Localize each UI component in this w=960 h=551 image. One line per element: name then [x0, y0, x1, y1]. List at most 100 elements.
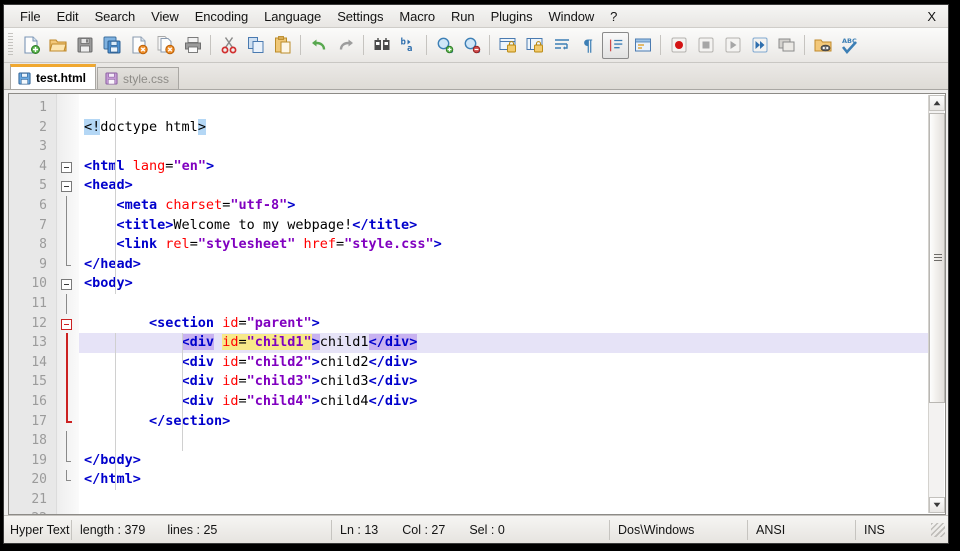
status-bar: Hyper Text M length : 379 lines : 25 Ln … — [4, 515, 948, 543]
run-icon[interactable] — [809, 32, 836, 59]
save-macro-icon[interactable] — [773, 32, 800, 59]
menu-item-file[interactable]: File — [12, 7, 49, 26]
svg-text:¶: ¶ — [583, 36, 593, 55]
status-col: Col : 27 — [402, 522, 446, 537]
code-line-6: <meta charset="utf-8"> — [116, 196, 296, 213]
stop-recording-icon[interactable] — [692, 32, 719, 59]
document-tab-bar: test.html style.css — [4, 63, 948, 90]
menu-item-window[interactable]: Window — [541, 7, 603, 26]
fold-row — [57, 176, 79, 196]
close-file-icon[interactable] — [125, 32, 152, 59]
menu-item-language[interactable]: Language — [256, 7, 329, 26]
sync-vertical-scroll-icon[interactable] — [494, 32, 521, 59]
menu-item-run[interactable]: Run — [443, 7, 483, 26]
status-eol-format: Dos\Windows — [610, 519, 748, 540]
toolbar-separator — [489, 35, 490, 55]
fold-row — [57, 293, 79, 314]
spellcheck-icon[interactable]: ABC — [836, 32, 863, 59]
tab-label: style.css — [123, 71, 170, 86]
line-number: 19 — [31, 452, 47, 468]
fold-line — [66, 195, 67, 216]
window-resize-grip[interactable] — [931, 522, 945, 537]
status-caret-position: Ln : 13 Col : 27 Sel : 0 — [332, 519, 610, 540]
line-number: 18 — [31, 433, 47, 449]
code-line-7: <title>Welcome to my webpage!</title> — [116, 216, 418, 233]
fold-toggle-body[interactable] — [61, 279, 72, 291]
code-editor[interactable]: 1 2 3 4 5 6 7 8 9 10 11 12 13 14 15 16 1… — [8, 93, 946, 515]
fold-line-active — [66, 333, 68, 353]
copy-icon[interactable] — [242, 32, 269, 59]
line-number: 12 — [31, 315, 47, 331]
status-language: Hyper Text M — [4, 519, 72, 540]
word-wrap-icon[interactable] — [548, 32, 575, 59]
print-icon[interactable] — [179, 32, 206, 59]
fold-margin[interactable] — [57, 94, 79, 514]
fold-line — [66, 431, 67, 451]
line-number: 14 — [31, 354, 47, 370]
fold-toggle-section[interactable] — [61, 318, 72, 330]
close-all-files-icon[interactable] — [152, 32, 179, 59]
status-encoding: ANSI — [748, 519, 856, 540]
sync-horizontal-scroll-icon[interactable] — [521, 32, 548, 59]
tab-test-html[interactable]: test.html — [10, 64, 97, 89]
menu-item-settings[interactable]: Settings — [329, 7, 391, 26]
open-file-icon[interactable] — [44, 32, 71, 59]
code-text-area[interactable]: <!doctype html> <html lang="en"> <head> … — [79, 94, 945, 514]
status-ln: Ln : 13 — [340, 522, 379, 537]
replace-icon[interactable]: b a — [395, 32, 422, 59]
code-line-10: <body> — [84, 275, 133, 292]
run-macro-multiple-icon[interactable] — [746, 32, 773, 59]
menu-item-plugins[interactable]: Plugins — [483, 7, 541, 26]
paste-icon[interactable] — [269, 32, 296, 59]
line-number: 8 — [39, 237, 47, 253]
line-number: 10 — [31, 276, 47, 292]
zoom-out-icon[interactable] — [458, 32, 485, 59]
tab-style-css[interactable]: style.css — [97, 67, 180, 89]
line-number-gutter: 1 2 3 4 5 6 7 8 9 10 11 12 13 14 15 16 1… — [9, 94, 57, 514]
vertical-scrollbar[interactable] — [928, 95, 945, 513]
line-number: 5 — [39, 178, 47, 194]
code-line-14: <div id="child2">child2</div> — [181, 353, 418, 370]
fold-line — [66, 235, 67, 255]
menu-item-edit[interactable]: Edit — [49, 7, 87, 26]
toolbar: b a ¶ ABC — [4, 28, 948, 63]
toolbar-separator — [210, 35, 211, 55]
show-all-characters-icon[interactable]: ¶ — [575, 32, 602, 59]
save-icon[interactable] — [71, 32, 98, 59]
fold-row — [57, 137, 79, 157]
zoom-in-icon[interactable] — [431, 32, 458, 59]
fold-line-active — [66, 352, 68, 373]
fold-toggle-head[interactable] — [61, 181, 72, 193]
menu-item-search[interactable]: Search — [87, 7, 144, 26]
menu-item-view[interactable]: View — [143, 7, 187, 26]
close-window-button[interactable]: X — [919, 7, 948, 26]
ui-user-defined-dialog-icon[interactable] — [629, 32, 656, 59]
toolbar-grip[interactable] — [8, 33, 13, 57]
menu-item-help[interactable]: ? — [602, 7, 625, 26]
fold-row — [57, 235, 79, 255]
fold-toggle-html[interactable] — [61, 161, 72, 173]
fold-row — [57, 490, 79, 510]
menu-item-macro[interactable]: Macro — [391, 7, 443, 26]
cut-icon[interactable] — [215, 32, 242, 59]
code-line-20: </html> — [84, 471, 141, 488]
undo-icon[interactable] — [305, 32, 332, 59]
new-file-icon[interactable] — [17, 32, 44, 59]
record-macro-icon[interactable] — [665, 32, 692, 59]
play-macro-icon[interactable] — [719, 32, 746, 59]
code-line-5: <head> — [84, 177, 133, 194]
toolbar-separator — [363, 35, 364, 55]
fold-row — [57, 98, 79, 118]
save-all-icon[interactable] — [98, 32, 125, 59]
line-number: 7 — [39, 217, 47, 233]
scrollbar-thumb[interactable] — [929, 113, 945, 403]
toolbar-separator — [426, 35, 427, 55]
scroll-down-arrow-icon[interactable] — [929, 497, 945, 513]
menu-item-encoding[interactable]: Encoding — [187, 7, 256, 26]
redo-icon[interactable] — [332, 32, 359, 59]
find-icon[interactable] — [368, 32, 395, 59]
indent-guide-icon[interactable] — [602, 31, 629, 59]
scroll-up-arrow-icon[interactable] — [929, 95, 945, 111]
line-number: 4 — [39, 158, 47, 174]
